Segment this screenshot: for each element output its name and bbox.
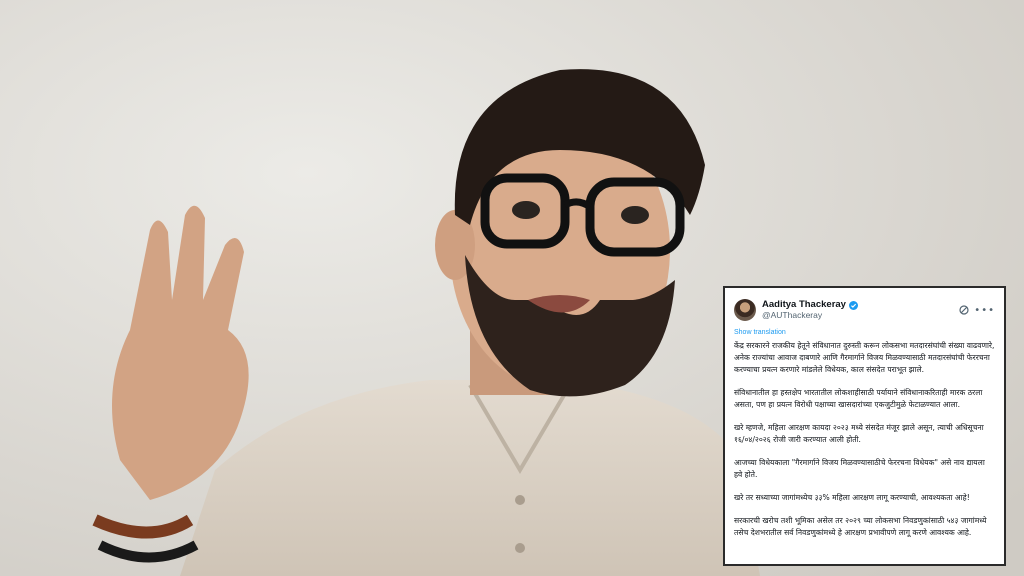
tweet-paragraph: संविधानातील हा हस्तक्षेप भारतातील लोकशाह… [734, 388, 983, 409]
tweet-card: Aaditya Thackeray @AUThackeray ••• Show … [723, 286, 1006, 566]
author-block: Aaditya Thackeray @AUThackeray [762, 299, 958, 321]
show-translation-link[interactable]: Show translation [734, 329, 995, 336]
tweet-paragraph: सरकारची खरोच तशी भूमिका असेल तर २०२९ च्य… [734, 516, 987, 537]
author-name-row: Aaditya Thackeray [762, 299, 958, 311]
tweet-header: Aaditya Thackeray @AUThackeray ••• [734, 295, 995, 325]
tweet-paragraph: खरे तर सध्याच्या जागांमध्येच ३३% महिला आ… [734, 493, 970, 502]
avatar[interactable] [734, 299, 756, 321]
author-handle[interactable]: @AUThackeray [762, 310, 958, 321]
grok-icon[interactable] [958, 304, 970, 316]
tweet-paragraph: केंद्र सरकारने राजकीय हेतूने संविधानात द… [734, 341, 995, 374]
more-options-icon[interactable]: ••• [974, 305, 995, 316]
tweet-paragraph: खरे म्हणजे, महिला आरक्षण कायदा २०२३ मध्य… [734, 423, 984, 444]
author-name[interactable]: Aaditya Thackeray [762, 299, 846, 311]
tweet-body: केंद्र सरकारने राजकीय हेतूने संविधानात द… [734, 340, 995, 539]
verified-badge-icon [848, 300, 858, 310]
tweet-paragraph: आजच्या विधेयकाला "गैरमार्गाने विजय मिळवण… [734, 458, 985, 479]
